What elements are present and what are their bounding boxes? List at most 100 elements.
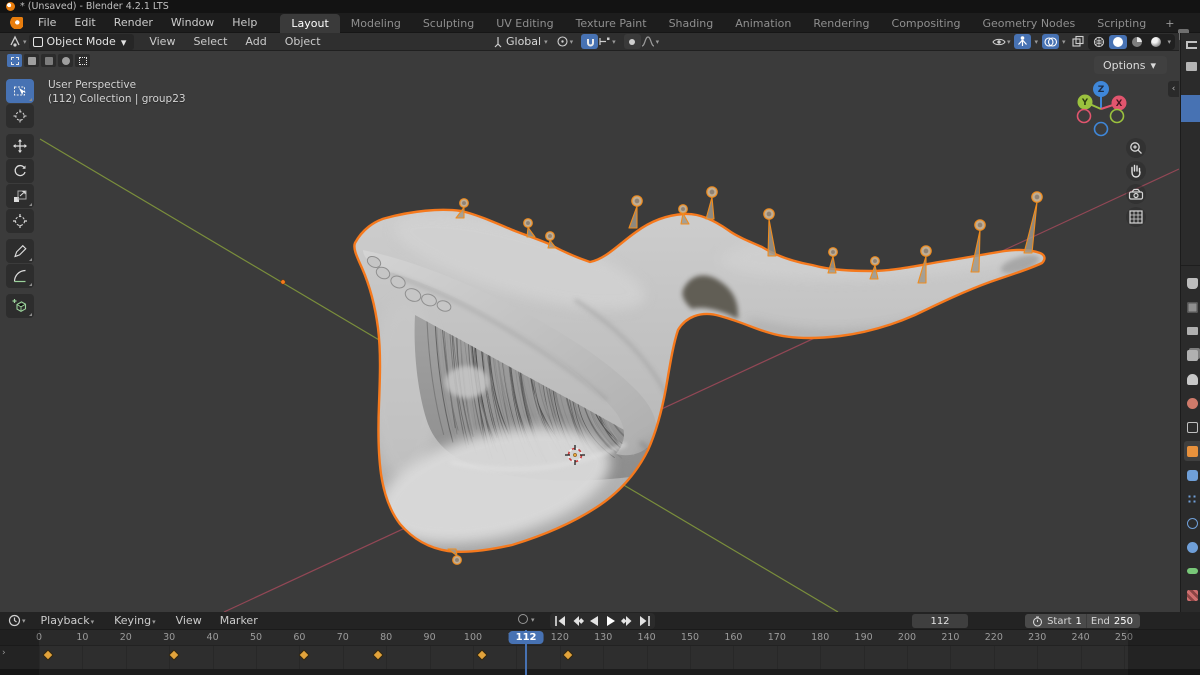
properties-tab-object[interactable] <box>1184 441 1200 461</box>
editor-type-button[interactable]: ▾ <box>8 35 29 48</box>
tab-compositing[interactable]: Compositing <box>881 14 972 33</box>
menu-help[interactable]: Help <box>223 14 266 31</box>
tab-uv-editing[interactable]: UV Editing <box>485 14 564 33</box>
keyframe-diamond[interactable] <box>371 649 384 661</box>
pan-hand-button[interactable] <box>1125 160 1147 182</box>
proportional-edit-toggle[interactable] <box>623 34 641 49</box>
tool-annotate-button[interactable] <box>6 239 34 263</box>
properties-tab-world[interactable] <box>1184 393 1200 413</box>
jump-start-button[interactable] <box>552 614 568 628</box>
viewport-canvas[interactable]: User Perspective (112) Collection | grou… <box>0 51 1179 612</box>
menu-add[interactable]: Add <box>236 33 275 50</box>
xray-toggle[interactable] <box>1069 34 1086 49</box>
properties-tab-modifiers[interactable] <box>1184 465 1200 485</box>
current-frame-field[interactable]: 112 <box>912 614 968 628</box>
outliner-selected-row[interactable] <box>1181 95 1200 122</box>
chevron-down-icon[interactable]: ▾ <box>1062 38 1066 46</box>
gizmo-minus-z-axis[interactable] <box>1093 121 1109 137</box>
properties-tab-data[interactable] <box>1184 561 1200 581</box>
properties-tab-collection[interactable] <box>1184 417 1200 437</box>
orientation-dropdown[interactable]: Global ▾ <box>492 34 550 49</box>
properties-tab-render[interactable] <box>1184 297 1200 317</box>
current-frame-badge[interactable]: 112 <box>508 631 544 644</box>
menu-playback[interactable]: Playback▾ <box>32 612 106 629</box>
tab-layout[interactable]: Layout <box>280 13 340 33</box>
menu-object[interactable]: Object <box>276 33 330 50</box>
tab-rendering[interactable]: Rendering <box>802 14 880 33</box>
chevron-down-icon[interactable]: ▾ <box>1034 38 1038 46</box>
camera-view-button[interactable] <box>1125 183 1147 205</box>
tab-scripting[interactable]: Scripting <box>1086 14 1157 33</box>
timeline-editor-type-button[interactable]: ▾ <box>8 614 28 627</box>
menu-select[interactable]: Select <box>184 33 236 50</box>
menu-edit[interactable]: Edit <box>65 14 104 31</box>
properties-tab-physics[interactable] <box>1184 513 1200 533</box>
timeline-channels[interactable] <box>0 646 1200 669</box>
play-reverse-button[interactable] <box>586 614 602 628</box>
sidebar-collapse-arrow[interactable]: ‹ <box>1168 81 1179 97</box>
shading-solid-button[interactable] <box>1109 34 1128 49</box>
blender-menu-icon[interactable] <box>8 16 23 29</box>
keyframe-diamond[interactable] <box>562 649 575 661</box>
zoom-button[interactable] <box>1125 137 1147 159</box>
menu-view[interactable]: View <box>167 612 211 629</box>
properties-tab-constraints[interactable] <box>1184 537 1200 557</box>
menu-marker[interactable]: Marker <box>211 612 267 629</box>
chevron-down-icon[interactable]: ▾ <box>1167 38 1171 46</box>
tab-geometry-nodes[interactable]: Geometry Nodes <box>971 14 1086 33</box>
properties-tab-particles[interactable] <box>1184 489 1200 509</box>
mode-selector[interactable]: Object Mode ▾ <box>28 33 135 50</box>
tool-add-cube-button[interactable] <box>6 294 34 318</box>
perspective-toggle-button[interactable] <box>1125 206 1147 228</box>
auto-keying-toggle[interactable]: ▾ <box>518 614 537 624</box>
tool-measure-button[interactable] <box>6 264 34 288</box>
properties-tab-tool[interactable] <box>1184 273 1200 293</box>
menu-keying[interactable]: Keying▾ <box>105 612 166 629</box>
proportional-falloff-dropdown[interactable]: ▾ <box>641 34 662 49</box>
menu-view[interactable]: View <box>140 33 184 50</box>
visibility-dropdown[interactable]: ▾ <box>992 34 1013 49</box>
tab-modeling[interactable]: Modeling <box>340 14 412 33</box>
keyframe-diamond[interactable] <box>476 649 488 661</box>
gizmos-toggle[interactable] <box>1014 34 1032 49</box>
snap-target-dropdown[interactable]: ▾ <box>598 34 618 49</box>
shading-wireframe-button[interactable] <box>1090 35 1108 49</box>
next-keyframe-button[interactable] <box>620 614 636 628</box>
select-subtract-button[interactable] <box>41 54 56 67</box>
menu-window[interactable]: Window <box>162 14 223 31</box>
frame-range-fields[interactable]: Start 1 End 250 <box>1025 614 1140 628</box>
options-button[interactable]: Options ▾ <box>1094 56 1167 74</box>
prev-keyframe-button[interactable] <box>569 614 585 628</box>
properties-tab-scene[interactable] <box>1184 369 1200 389</box>
properties-tab-material[interactable] <box>1184 585 1200 605</box>
play-button[interactable] <box>603 614 619 628</box>
gizmo-minus-y-axis[interactable] <box>1109 108 1125 124</box>
snap-toggle[interactable] <box>581 34 599 49</box>
timeline-ruler[interactable]: 0102030405060708090100110120130140150160… <box>0 630 1200 646</box>
shading-material-button[interactable] <box>1128 35 1146 49</box>
tool-scale-button[interactable] <box>6 184 34 208</box>
tool-select-box-button[interactable] <box>6 79 34 103</box>
outliner-collection-icon[interactable] <box>1185 60 1198 73</box>
select-invert-button[interactable] <box>58 54 73 67</box>
select-extend-button[interactable] <box>24 54 39 67</box>
tool-move-button[interactable] <box>6 134 34 158</box>
overlays-toggle[interactable] <box>1041 34 1059 49</box>
tab-animation[interactable]: Animation <box>724 14 802 33</box>
properties-tab-output[interactable] <box>1184 321 1200 341</box>
navigation-gizmo[interactable]: Z Y X <box>1065 73 1137 145</box>
gizmo-minus-x-axis[interactable] <box>1076 108 1092 124</box>
tab-texture-paint[interactable]: Texture Paint <box>565 14 658 33</box>
pivot-dropdown[interactable]: ▾ <box>556 34 576 49</box>
tool-transform-button[interactable] <box>6 209 34 233</box>
jump-end-button[interactable] <box>637 614 653 628</box>
keyframe-diamond[interactable] <box>42 649 54 661</box>
menu-render[interactable]: Render <box>105 14 162 31</box>
tool-cursor-button[interactable] <box>6 104 34 128</box>
tab-sculpting[interactable]: Sculpting <box>412 14 485 33</box>
properties-tab-view-layer[interactable] <box>1184 345 1200 365</box>
shading-rendered-button[interactable] <box>1147 35 1165 49</box>
tool-rotate-button[interactable] <box>6 159 34 183</box>
select-intersect-button[interactable] <box>75 54 90 67</box>
select-set-button[interactable] <box>7 54 22 67</box>
